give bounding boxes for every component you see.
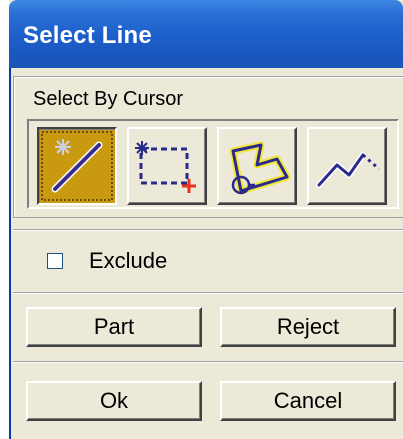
select-line-dialog: Select Line Select By Cursor Exclude Par… <box>9 0 403 439</box>
part-button[interactable]: Part <box>26 307 202 347</box>
ok-button[interactable]: Ok <box>26 381 202 421</box>
title-bar[interactable]: Select Line <box>9 0 403 68</box>
single-line-pick-icon <box>41 131 113 201</box>
divider <box>13 229 403 231</box>
polygon-select-button[interactable] <box>217 127 297 205</box>
exclude-checkbox[interactable] <box>47 253 63 269</box>
window-title: Select Line <box>23 22 152 49</box>
divider <box>13 292 403 294</box>
exclude-label: Exclude <box>89 248 168 273</box>
cancel-button[interactable]: Cancel <box>220 381 396 421</box>
box-select-button[interactable] <box>127 127 207 205</box>
tool-button-strip <box>27 119 399 209</box>
select-by-cursor-label: Select By Cursor <box>33 88 184 110</box>
polyline-select-button[interactable] <box>307 127 387 205</box>
line-pick-button[interactable] <box>37 127 117 205</box>
divider <box>13 361 403 363</box>
box-select-icon <box>135 141 196 193</box>
polygon-select-icon <box>229 141 291 195</box>
reject-button[interactable]: Reject <box>220 307 396 347</box>
polyline-select-icon <box>316 152 380 188</box>
